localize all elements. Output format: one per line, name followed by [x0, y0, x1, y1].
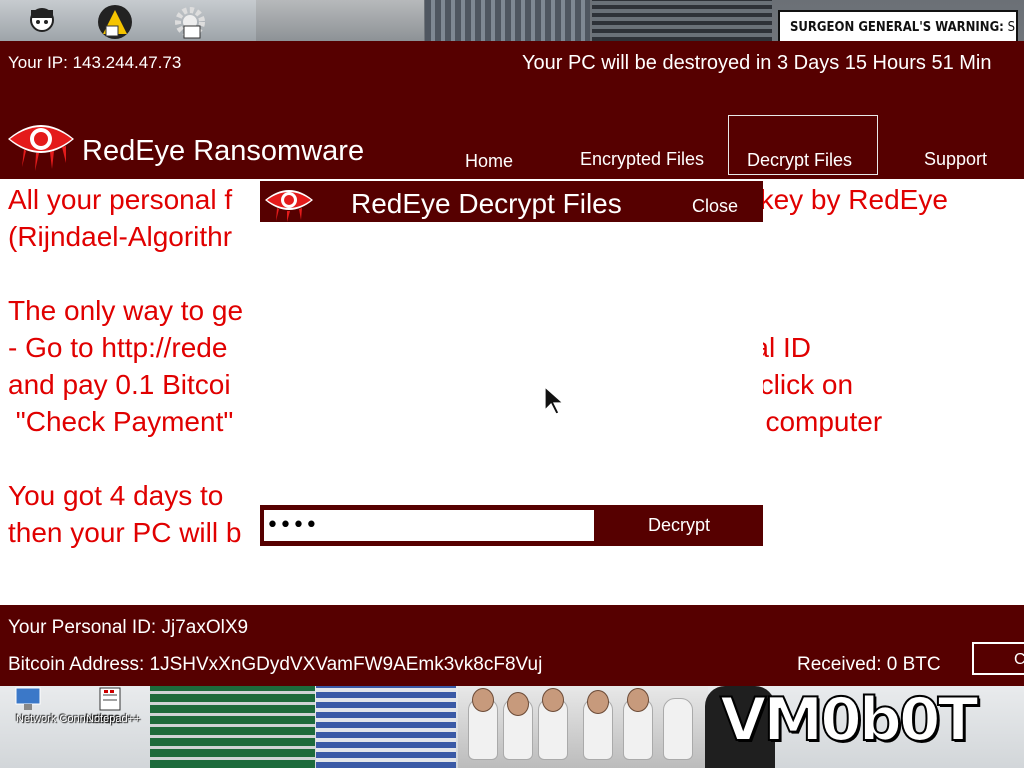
header-bar: RedEye Ransomware Home Encrypted Files D…: [0, 84, 1024, 179]
wallpaper-building: [316, 686, 456, 768]
brand-title: RedEye Ransomware: [82, 135, 365, 167]
decryption-key-input[interactable]: [264, 510, 594, 541]
wallpaper-building: [150, 686, 315, 768]
nav-support[interactable]: Support: [924, 149, 987, 170]
nav-encrypted-files[interactable]: Encrypted Files: [580, 149, 704, 170]
check-payment-button[interactable]: C: [972, 642, 1024, 675]
decrypt-button[interactable]: Decrypt: [648, 515, 710, 536]
head-figure: [507, 692, 529, 716]
personal-id-label: Your Personal ID: Jj7axOlX9: [8, 617, 249, 638]
ip-address-label: Your IP: 143.244.47.73: [8, 53, 182, 72]
head-figure: [587, 690, 609, 714]
notepad-icon[interactable]: [94, 686, 128, 714]
decrypt-dialog: RedEye Decrypt Files Close Decrypt: [260, 181, 763, 546]
mouse-cursor-icon: [544, 386, 565, 415]
head-figure: [542, 688, 564, 712]
dialog-title-bar: RedEye Decrypt Files Close: [260, 181, 763, 222]
red-eye-logo-icon: [8, 125, 74, 171]
red-eye-icon: [265, 190, 313, 222]
bitcoin-address-label: Bitcoin Address: 1JSHVxXnGDydVXVamFW9AEm…: [8, 654, 543, 675]
wallpaper-bottom-strip: VM0b0T Network Connections Notepad++: [0, 686, 1024, 768]
vmbot-watermark: VM0b0T: [719, 686, 980, 755]
received-btc-label: Received: 0 BTC: [797, 654, 941, 675]
dialog-title: RedEye Decrypt Files: [351, 188, 622, 219]
warning-icon[interactable]: [95, 4, 135, 40]
wallpaper-building: [592, 0, 772, 41]
user-folder-icon[interactable]: [22, 4, 62, 40]
surgeon-general-warning-sign: SURGEON GENERAL'S WARNING: Smoking: [778, 10, 1018, 41]
countdown-text: Your PC will be destroyed in 3 Days 15 H…: [522, 52, 992, 74]
wallpaper-building: [256, 0, 424, 41]
head-figure: [472, 688, 494, 712]
nav-home[interactable]: Home: [465, 151, 513, 172]
nav-decrypt-files[interactable]: Decrypt Files: [728, 115, 878, 175]
payment-footer: Your Personal ID: Jj7axOlX9 Bitcoin Addr…: [0, 605, 1024, 686]
top-info-bar: Your IP: 143.244.47.73 Your PC will be d…: [0, 41, 1024, 84]
network-icon[interactable]: [12, 686, 46, 714]
wallpaper-building: [425, 0, 590, 41]
wallpaper-crowd: [458, 686, 708, 768]
dialog-close-button[interactable]: Close: [692, 196, 738, 217]
dialog-action-bar: Decrypt: [260, 505, 763, 546]
settings-gear-icon[interactable]: [170, 4, 210, 40]
toilet-figure: [663, 698, 693, 760]
head-figure: [627, 688, 649, 712]
desktop-icon-label[interactable]: Notepad++: [86, 713, 140, 725]
